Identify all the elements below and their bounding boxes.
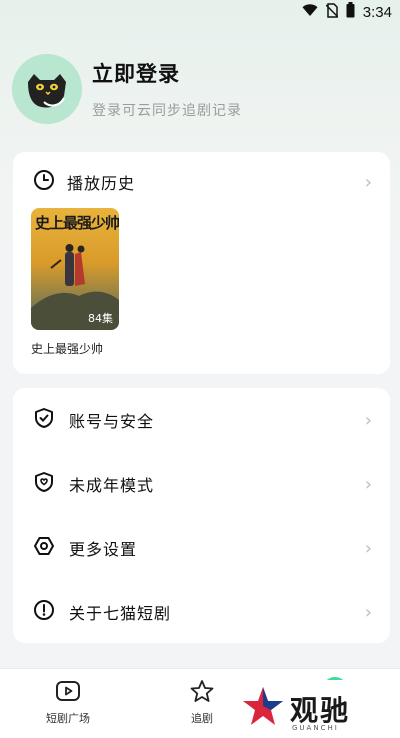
play-history-card: 播放历史 › 史上最强少帅 84集 史上最强少帅: [13, 152, 390, 374]
episode-count: 84集: [88, 312, 113, 325]
menu-item-label: 关于七猫短剧: [69, 604, 172, 623]
watermark-text: 下载后放水印: [148, 357, 233, 372]
tab-drama-plaza[interactable]: 短剧广场: [36, 679, 100, 726]
battery-icon: [346, 2, 355, 22]
shield-check-icon: [33, 407, 55, 433]
history-item[interactable]: 史上最强少帅 84集 史上最强少帅: [31, 208, 119, 357]
wifi-icon: [302, 3, 318, 21]
play-history-title: 播放历史: [67, 174, 136, 193]
child-shield-icon: [33, 471, 55, 497]
menu-item-more-settings[interactable]: 更多设置 ›: [13, 516, 390, 580]
chevron-right-icon: ›: [364, 473, 372, 495]
brand-watermark: 观驰 GUANCHI: [240, 680, 382, 738]
menu-item-label: 更多设置: [69, 540, 138, 559]
star-logo-icon: [240, 684, 286, 734]
hexagon-settings-icon: [33, 535, 55, 561]
tab-follow[interactable]: 追剧: [180, 679, 224, 726]
login-subtitle: 登录可云同步追剧记录: [92, 103, 242, 119]
chevron-right-icon: ›: [364, 171, 372, 193]
info-circle-icon: [33, 599, 55, 625]
chevron-right-icon: ›: [364, 537, 372, 559]
star-icon: [188, 680, 216, 706]
menu-item-about[interactable]: 关于七猫短剧 ›: [13, 580, 390, 644]
tab-label: 短剧广场: [46, 712, 90, 725]
tab-label: 追剧: [191, 712, 213, 725]
status-time: 3:34: [362, 3, 392, 21]
menu-item-label: 未成年模式: [69, 476, 155, 495]
status-bar: 3:34: [0, 0, 400, 24]
chevron-right-icon: ›: [364, 409, 372, 431]
menu-item-label: 账号与安全: [69, 412, 155, 431]
avatar[interactable]: [12, 54, 82, 124]
chevron-right-icon: ›: [364, 601, 372, 623]
play-history-header[interactable]: 播放历史 ›: [13, 152, 390, 212]
login-title[interactable]: 立即登录: [92, 58, 242, 88]
drama-poster[interactable]: 史上最强少帅 84集: [31, 208, 119, 330]
menu-item-minor-mode[interactable]: 未成年模式 ›: [13, 452, 390, 516]
menu-item-account-security[interactable]: 账号与安全 ›: [13, 388, 390, 452]
clock-icon: [33, 169, 55, 195]
brand-subtitle: GUANCHI: [292, 724, 339, 732]
history-item-name[interactable]: 史上最强少帅: [31, 340, 119, 357]
settings-menu-card: 账号与安全 › 未成年模式 › 更多设置 › 关于七猫短剧 ›: [13, 388, 390, 643]
login-header[interactable]: 立即登录 登录可云同步追剧记录: [12, 52, 392, 126]
cat-avatar-icon: [28, 74, 66, 108]
play-box-icon: [54, 681, 82, 706]
brand-name: 观驰: [290, 694, 351, 727]
no-sim-icon: [325, 2, 339, 22]
